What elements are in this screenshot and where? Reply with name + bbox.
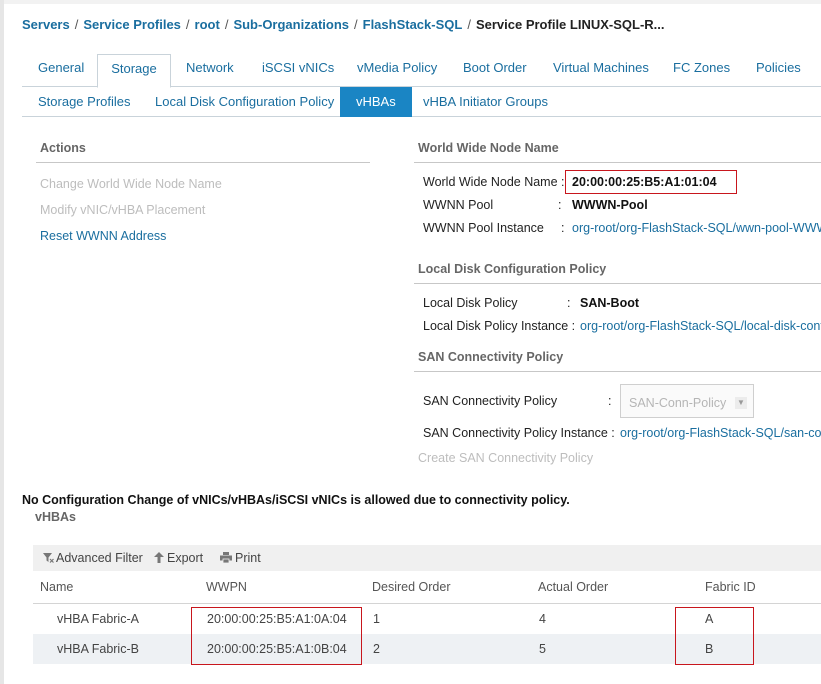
sub-tab-bar: Storage Profiles Local Disk Configuratio…	[22, 87, 821, 117]
wwnn-pool-value: WWWN-Pool	[572, 198, 648, 212]
san-heading: SAN Connectivity Policy	[418, 350, 564, 364]
column-header-wwpn[interactable]: WWPN	[206, 580, 247, 594]
breadcrumb-separator: /	[467, 17, 471, 32]
tab-virtual-machines[interactable]: Virtual Machines	[547, 54, 655, 87]
vhbas-heading: vHBAs	[35, 510, 76, 524]
cell-name: vHBA Fabric-A	[57, 612, 139, 626]
san-divider	[414, 371, 821, 372]
local-disk-divider	[414, 283, 821, 284]
breadcrumb-servers[interactable]: Servers	[22, 17, 70, 32]
san-policy-select: SAN-Conn-Policy ▼	[620, 384, 754, 418]
wwnn-divider	[414, 162, 821, 163]
tab-vhbas[interactable]: vHBAs	[340, 87, 412, 117]
actions-divider	[36, 162, 370, 163]
wwnn-label: World Wide Node Name :	[423, 175, 565, 189]
upload-arrow-icon	[154, 552, 164, 563]
tab-policies[interactable]: Policies	[750, 54, 807, 87]
tab-storage-profiles[interactable]: Storage Profiles	[22, 87, 147, 117]
local-disk-instance-label: Local Disk Policy Instance :	[423, 319, 576, 333]
main-tab-bar: General Storage Network iSCSI vNICs vMed…	[22, 54, 821, 88]
local-disk-instance-link[interactable]: org-root/org-FlashStack-SQL/local-disk-c…	[580, 319, 821, 333]
create-san-policy-link: Create SAN Connectivity Policy	[418, 451, 594, 465]
wwnn-pool-instance-link[interactable]: org-root/org-FlashStack-SQL/wwn-pool-WWW…	[572, 221, 821, 235]
san-instance-label: SAN Connectivity Policy Instance :	[423, 426, 615, 440]
breadcrumb-separator: /	[354, 17, 358, 32]
fabric-id-highlight-box	[675, 607, 754, 665]
reset-wwnn-action[interactable]: Reset WWNN Address	[40, 229, 166, 243]
breadcrumb-sub-organizations[interactable]: Sub-Organizations	[233, 17, 349, 32]
tab-iscsi-vnics[interactable]: iSCSI vNICs	[256, 54, 340, 87]
san-policy-label: SAN Connectivity Policy	[423, 394, 558, 408]
tab-local-disk-config-policy[interactable]: Local Disk Configuration Policy	[139, 87, 350, 117]
local-disk-policy-value: SAN-Boot	[580, 296, 640, 310]
column-header-actual-order[interactable]: Actual Order	[538, 580, 608, 594]
wwnn-pool-instance-colon: :	[561, 221, 565, 235]
wwnn-value: 20:00:00:25:B5:A1:01:04	[572, 175, 717, 189]
tab-general[interactable]: General	[32, 54, 90, 87]
san-instance-link[interactable]: org-root/org-FlashStack-SQL/san-conn-pol…	[620, 426, 821, 440]
printer-icon	[220, 552, 232, 564]
advanced-filter-label: Advanced Filter	[56, 551, 143, 565]
breadcrumb-root[interactable]: root	[195, 17, 220, 32]
print-button[interactable]: Print	[220, 551, 261, 565]
cell-actual-order: 5	[539, 642, 546, 656]
advanced-filter-button[interactable]: Advanced Filter	[43, 551, 143, 565]
san-policy-colon: :	[608, 394, 612, 408]
print-label: Print	[235, 551, 261, 565]
chevron-down-icon: ▼	[735, 397, 747, 409]
export-button[interactable]: Export	[154, 551, 203, 565]
breadcrumb-separator: /	[185, 17, 190, 32]
wwnn-pool-label: WWNN Pool	[423, 198, 494, 212]
breadcrumb-separator: /	[74, 17, 79, 32]
breadcrumb: Servers / Service Profiles / root / Sub-Organi…	[22, 17, 665, 32]
local-disk-policy-label: Local Disk Policy	[423, 296, 518, 310]
cell-desired-order: 1	[373, 612, 380, 626]
tab-vmedia-policy[interactable]: vMedia Policy	[351, 54, 443, 87]
wwnn-pool-instance-label: WWNN Pool Instance	[423, 221, 544, 235]
cell-name: vHBA Fabric-B	[57, 642, 139, 656]
wwnn-pool-colon: :	[558, 198, 562, 212]
breadcrumb-flashstack-sql[interactable]: FlashStack-SQL	[363, 17, 463, 32]
table-toolbar: Advanced Filter Export Print	[33, 545, 821, 571]
connectivity-warning: No Configuration Change of vNICs/vHBAs/i…	[22, 493, 570, 507]
actions-heading: Actions	[40, 141, 86, 155]
tab-boot-order[interactable]: Boot Order	[457, 54, 533, 87]
cell-desired-order: 2	[373, 642, 380, 656]
filter-icon	[43, 553, 54, 563]
cell-actual-order: 4	[539, 612, 546, 626]
column-header-name[interactable]: Name	[40, 580, 73, 594]
table-header: Name WWPN Desired Order Actual Order Fab…	[33, 572, 821, 604]
column-header-desired-order[interactable]: Desired Order	[372, 580, 451, 594]
local-disk-heading: Local Disk Configuration Policy	[418, 262, 607, 276]
breadcrumb-current: Service Profile LINUX-SQL-R...	[475, 17, 665, 32]
top-edge	[4, 0, 821, 4]
change-wwnn-action: Change World Wide Node Name	[40, 177, 222, 191]
local-disk-policy-colon: :	[567, 296, 571, 310]
column-header-fabric-id[interactable]: Fabric ID	[705, 580, 756, 594]
wwnn-heading: World Wide Node Name	[418, 141, 559, 155]
tab-vhba-initiator-groups[interactable]: vHBA Initiator Groups	[407, 87, 564, 117]
breadcrumb-separator: /	[224, 17, 229, 32]
wwpn-highlight-box	[191, 607, 362, 665]
tab-storage[interactable]: Storage	[97, 54, 171, 88]
breadcrumb-service-profiles[interactable]: Service Profiles	[83, 17, 181, 32]
export-label: Export	[167, 551, 204, 565]
tab-network[interactable]: Network	[180, 54, 240, 87]
tab-fc-zones[interactable]: FC Zones	[667, 54, 736, 87]
modify-placement-action: Modify vNIC/vHBA Placement	[40, 203, 206, 217]
san-policy-selected-value: SAN-Conn-Policy	[629, 396, 727, 410]
left-edge	[0, 0, 4, 684]
